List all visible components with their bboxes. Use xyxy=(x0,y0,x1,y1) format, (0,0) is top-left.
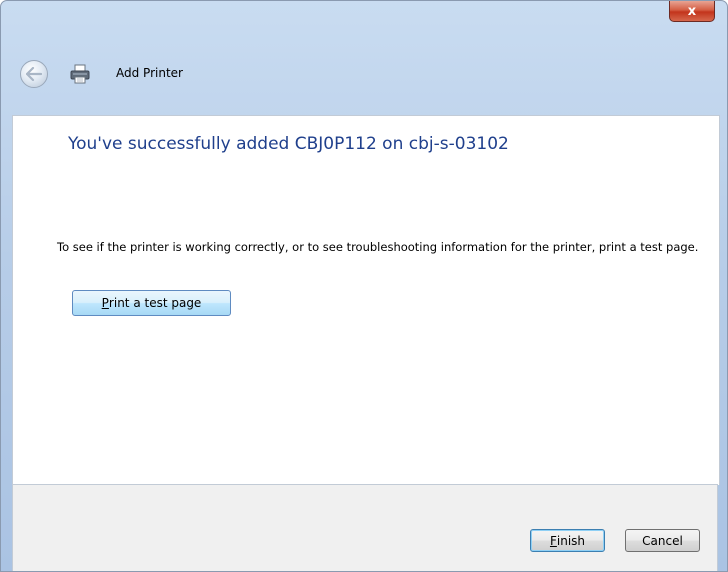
print-test-page-label: rint a test page xyxy=(108,296,202,310)
cancel-label: Cancel xyxy=(642,533,683,548)
cancel-button[interactable]: Cancel xyxy=(625,529,700,552)
content-panel: You've successfully added CBJ0P112 on cb… xyxy=(12,115,720,485)
finish-accel: F xyxy=(549,533,557,548)
close-button[interactable]: x xyxy=(669,1,715,22)
test-page-description: To see if the printer is working correct… xyxy=(57,240,699,254)
button-footer: Finish Cancel xyxy=(12,484,718,571)
title-bar: x xyxy=(1,1,727,33)
window-title: Add Printer xyxy=(116,66,183,80)
close-icon: x xyxy=(687,3,697,19)
back-arrow-icon xyxy=(26,67,42,81)
print-test-page-button[interactable]: Print a test page xyxy=(72,290,231,316)
print-test-page-accel: P xyxy=(101,296,109,310)
back-button[interactable] xyxy=(20,60,48,88)
finish-label: inish xyxy=(556,533,586,548)
navigation-bar: Add Printer xyxy=(1,33,727,115)
printer-icon xyxy=(70,64,90,84)
success-heading: You've successfully added CBJ0P112 on cb… xyxy=(68,134,509,154)
add-printer-window: x Add Printer You've successfully added … xyxy=(0,0,728,572)
finish-button[interactable]: Finish xyxy=(530,529,605,552)
